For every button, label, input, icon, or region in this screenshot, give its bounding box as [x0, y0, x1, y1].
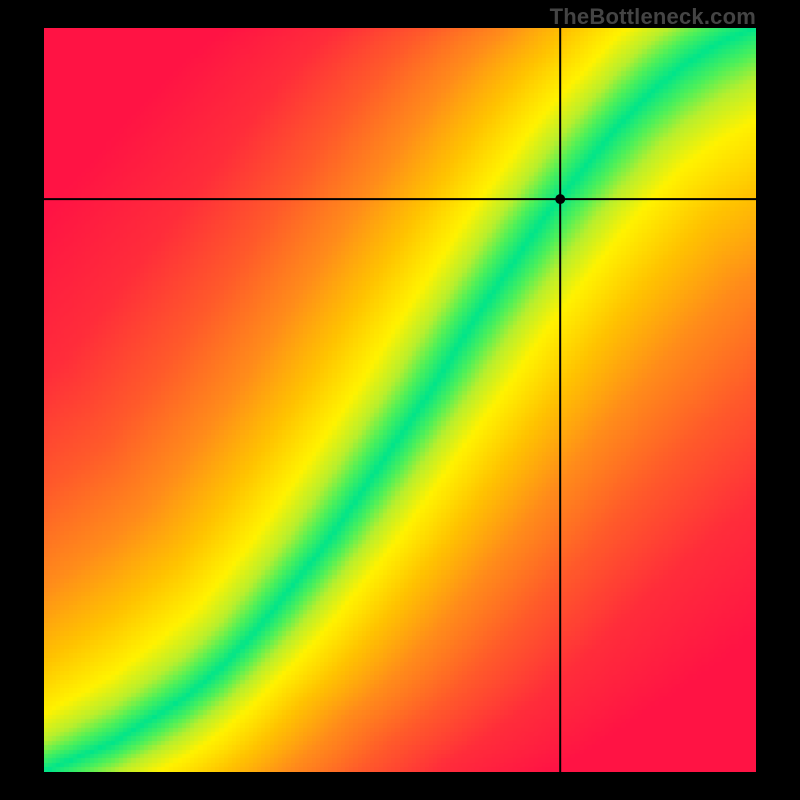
watermark-text: TheBottleneck.com [550, 4, 756, 30]
bottleneck-heatmap [44, 28, 756, 772]
chart-container: TheBottleneck.com [0, 0, 800, 800]
